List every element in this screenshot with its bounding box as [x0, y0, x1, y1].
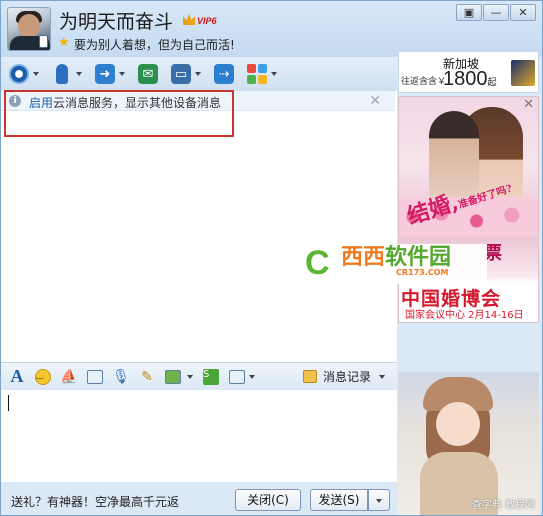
close-icon[interactable]: ✕ — [523, 97, 534, 112]
info-icon: i — [9, 95, 21, 107]
video-call-button[interactable] — [9, 64, 39, 84]
close-icon[interactable]: ✕ — [369, 93, 381, 109]
logo-name: 西西软件园 — [341, 246, 451, 270]
avatar[interactable] — [7, 7, 51, 51]
star-icon: ★ — [58, 35, 70, 50]
screenshot-button[interactable] — [227, 367, 247, 387]
character-face — [436, 402, 480, 446]
notice-message: 云消息服务，显示其他设备消息 — [53, 96, 222, 110]
restore-button[interactable]: ▣ — [456, 4, 482, 21]
image-icon — [165, 369, 181, 384]
bottom-bar: 送礼？有神器！空净最高千元返 关闭(C) 发送(S) — [1, 482, 397, 515]
send-button[interactable]: 发送(S) — [310, 489, 368, 511]
ad-price-value: 1800 — [443, 68, 488, 90]
ad-price-suffix: 起 — [487, 77, 497, 87]
history-label: 消息记录 — [322, 370, 371, 384]
voice-call-button[interactable] — [52, 64, 82, 84]
message-history-button[interactable]: 消息记录 — [302, 368, 385, 385]
remote-desktop-icon: ▭ — [171, 64, 191, 84]
chevron-down-icon[interactable] — [33, 72, 39, 76]
minimize-button[interactable]: — — [483, 4, 509, 21]
watermark: 查字典 教程网 — [471, 500, 535, 511]
voice-message-button[interactable]: 🎙 — [111, 367, 131, 387]
smiley-icon: ‿ — [35, 368, 51, 385]
shake-button[interactable]: ⛵ — [59, 367, 79, 387]
file-transfer-button[interactable]: ➜ — [95, 64, 125, 84]
window-controls: ▣ — ✕ — [455, 4, 536, 21]
image-button[interactable] — [163, 367, 183, 387]
apps-button[interactable] — [247, 64, 277, 84]
send-options-button[interactable] — [368, 489, 390, 511]
mobile-online-icon — [39, 35, 48, 48]
main-toolbar: ➜ ✉ ▭ ⇢ — [1, 57, 397, 91]
webcam-icon — [9, 64, 29, 84]
screenshot-icon — [229, 369, 245, 384]
cloud-message-notice: i 启用云消息服务，显示其他设备消息 ✕ — [1, 91, 395, 111]
emoji-button[interactable]: ‿ — [33, 367, 53, 387]
notice-text: 启用云消息服务，显示其他设备消息 — [29, 94, 221, 111]
promo-link[interactable]: 送礼？有神器！空净最高千元返 — [11, 493, 179, 510]
chat-header: 为明天而奋斗 VIP6 ★ 要为别人着想，但为自己而活! ▣ — ✕ — [1, 1, 542, 57]
chevron-down-icon[interactable] — [187, 374, 193, 379]
chevron-down-icon[interactable] — [271, 72, 277, 76]
close-window-button[interactable]: ✕ — [510, 4, 536, 21]
contact-nickname[interactable]: 为明天而奋斗 — [59, 7, 173, 34]
logo-name-a: 西西 — [341, 245, 386, 270]
chevron-down-icon[interactable] — [76, 72, 82, 76]
microphone-icon — [56, 64, 68, 84]
file-transfer-icon: ➜ — [95, 64, 115, 84]
message-icon: ✉ — [138, 64, 158, 84]
doodle-button[interactable]: ✎ — [137, 367, 157, 387]
site-logo-watermark: C 西西软件园 CR173.COM — [301, 244, 487, 284]
ad-expo-subtitle: 国家会议中心 2月14-16日 — [405, 310, 524, 321]
airline-ad[interactable]: 新加坡 往返含含￥ 1800起 — [398, 51, 539, 93]
vip-level: VIP6 — [197, 16, 217, 26]
music-button[interactable]: S — [201, 367, 221, 387]
video-clip-button[interactable] — [85, 367, 105, 387]
vip-badge[interactable]: VIP6 — [183, 12, 223, 30]
enable-link[interactable]: 启用 — [29, 96, 53, 110]
chevron-down-icon[interactable] — [195, 72, 201, 76]
crown-icon — [183, 14, 195, 25]
screen-share-button[interactable]: ⇢ — [214, 64, 234, 84]
close-button[interactable]: 关闭(C) — [235, 489, 301, 511]
apps-grid-icon — [247, 64, 267, 84]
sms-button[interactable]: ✉ — [138, 64, 158, 84]
chevron-down-icon — [376, 498, 382, 503]
format-toolbar: A ‿ ⛵ 🎙 ✎ S 消息记录 — [1, 362, 397, 390]
character-ad[interactable]: 查字典 教程网 — [398, 372, 539, 515]
music-icon: S — [203, 368, 219, 385]
text-caret — [8, 395, 9, 411]
logo-c: C — [305, 244, 330, 282]
ad-price: 1800起 — [443, 68, 497, 91]
font-icon[interactable]: A — [7, 366, 27, 387]
message-input[interactable] — [1, 390, 397, 482]
chat-window: 为明天而奋斗 VIP6 ★ 要为别人着想，但为自己而活! ▣ — ✕ ➜ ✉ ▭… — [0, 0, 543, 516]
logo-domain: CR173.COM — [396, 268, 449, 277]
chevron-down-icon[interactable] — [249, 374, 255, 379]
film-icon — [87, 369, 103, 384]
message-history-pane[interactable]: i 启用云消息服务，显示其他设备消息 ✕ — [1, 91, 397, 362]
chevron-down-icon[interactable] — [119, 72, 125, 76]
wedding-expo-ad[interactable]: 结婚,准备好了吗? 票 中国婚博会 国家会议中心 2月14-16日 ✕ — [398, 96, 539, 323]
screen-share-icon: ⇢ — [214, 64, 234, 84]
ad-panel: 新加坡 往返含含￥ 1800起 结婚,准备好了吗? 票 中国婚博会 国家会议中心… — [397, 51, 542, 515]
ad-fare-label: 往返含含￥ — [401, 77, 447, 87]
history-icon — [302, 370, 317, 383]
remote-desktop-button[interactable]: ▭ — [171, 64, 201, 84]
airline-logo — [511, 60, 535, 86]
contact-signature: 要为别人着想，但为自己而活! — [74, 38, 235, 52]
logo-name-b: 软件园 — [385, 245, 452, 270]
chevron-down-icon[interactable] — [379, 374, 385, 379]
avatar-face — [18, 14, 40, 38]
